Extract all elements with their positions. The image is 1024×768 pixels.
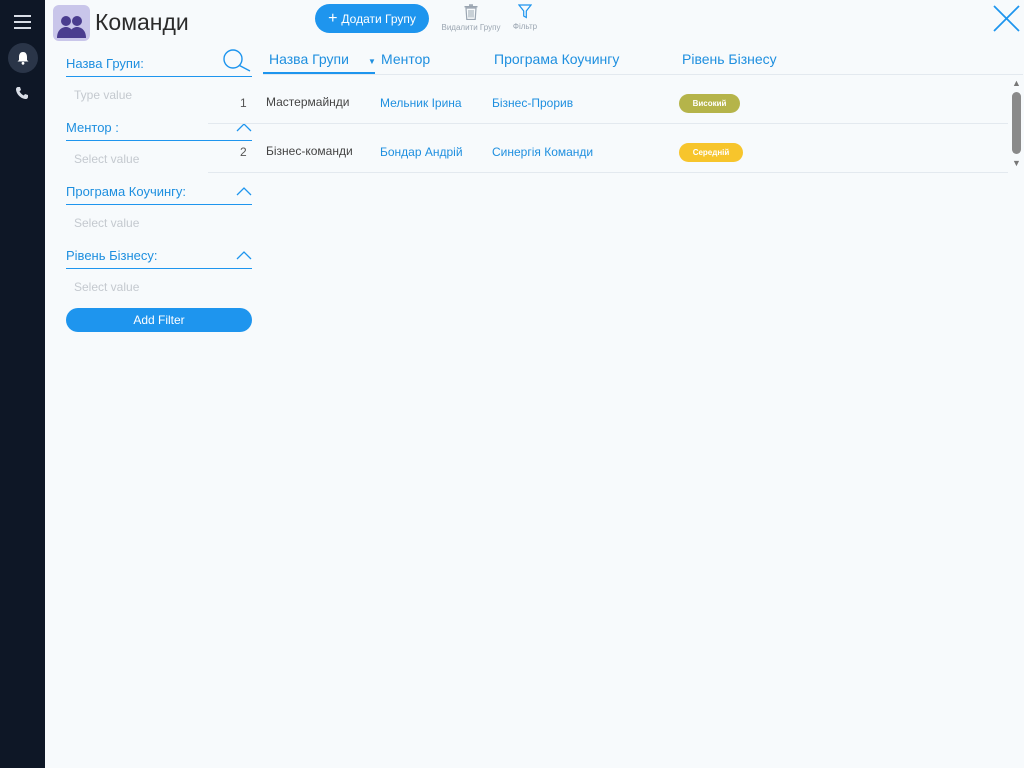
- scroll-up-icon[interactable]: ▲: [1012, 78, 1021, 88]
- mentor-link[interactable]: Мельник Ірина: [380, 96, 462, 110]
- chevron-up-icon[interactable]: [236, 250, 252, 260]
- filter-mentor-label: Ментор :: [66, 120, 119, 135]
- table-row[interactable]: 1 Мастермайнди Мельник Ірина Бізнес-Прор…: [208, 75, 1008, 124]
- level-badge: Високий: [679, 94, 740, 113]
- level-badge: Середній: [679, 143, 743, 162]
- filter-program-label: Програма Коучингу:: [66, 184, 187, 199]
- left-rail: [0, 0, 45, 768]
- plus-icon: +: [328, 9, 338, 27]
- trash-icon: [464, 4, 478, 20]
- program-select[interactable]: Select value: [66, 205, 252, 244]
- scroll-down-icon[interactable]: ▼: [1012, 158, 1021, 168]
- add-group-button[interactable]: + Додати Групу: [315, 4, 429, 33]
- delete-group-button[interactable]: Видалити Групу: [438, 4, 504, 32]
- table-row[interactable]: 2 Бізнес-команди Бондар Андрій Синергія …: [208, 124, 1008, 173]
- mentor-link[interactable]: Бондар Андрій: [380, 145, 463, 159]
- filter-level[interactable]: Рівень Бізнесу:: [66, 244, 252, 269]
- filter-group-name-label: Назва Групи:: [66, 56, 144, 71]
- filter-icon: [518, 4, 532, 19]
- group-icon: [57, 16, 86, 38]
- vertical-scrollbar[interactable]: ▲ ▼: [1011, 78, 1023, 170]
- row-number: 2: [240, 145, 247, 159]
- column-header-name-label: Назва Групи: [269, 51, 349, 67]
- scroll-thumb[interactable]: [1012, 92, 1021, 154]
- page-title: Команди: [95, 9, 189, 35]
- column-header-mentor[interactable]: Ментор: [381, 48, 430, 74]
- program-link[interactable]: Синергія Команди: [492, 145, 593, 159]
- column-header-level[interactable]: Рівень Бізнесу: [682, 48, 777, 74]
- bell-icon: [17, 52, 29, 65]
- filter-program[interactable]: Програма Коучингу:: [66, 180, 252, 205]
- phone-icon[interactable]: [15, 86, 29, 100]
- app-icon: [53, 5, 90, 41]
- level-select[interactable]: Select value: [66, 269, 252, 308]
- sort-desc-icon[interactable]: ▼: [368, 57, 376, 66]
- group-name: Бізнес-команди: [266, 144, 353, 158]
- program-link[interactable]: Бізнес-Прорив: [492, 96, 573, 110]
- column-header-program[interactable]: Програма Коучингу: [494, 48, 619, 74]
- column-header-name[interactable]: Назва Групи: [263, 48, 375, 74]
- filter-button[interactable]: Фільтр: [510, 4, 540, 31]
- menu-icon[interactable]: [14, 15, 31, 29]
- add-group-label: Додати Групу: [341, 11, 416, 26]
- filter-group-name: Назва Групи:: [66, 49, 252, 77]
- delete-group-label: Видалити Групу: [441, 23, 501, 32]
- close-icon[interactable]: [992, 4, 1021, 33]
- chevron-up-icon[interactable]: [236, 186, 252, 196]
- filter-label: Фільтр: [512, 22, 538, 31]
- notifications-button[interactable]: [8, 43, 38, 73]
- filter-level-label: Рівень Бізнесу:: [66, 248, 158, 263]
- add-filter-button[interactable]: Add Filter: [66, 308, 252, 332]
- table-header: Назва Групи ▼ Ментор Програма Коучингу Р…: [263, 48, 1023, 75]
- group-name: Мастермайнди: [266, 95, 350, 109]
- row-number: 1: [240, 96, 247, 110]
- search-icon[interactable]: [222, 49, 252, 73]
